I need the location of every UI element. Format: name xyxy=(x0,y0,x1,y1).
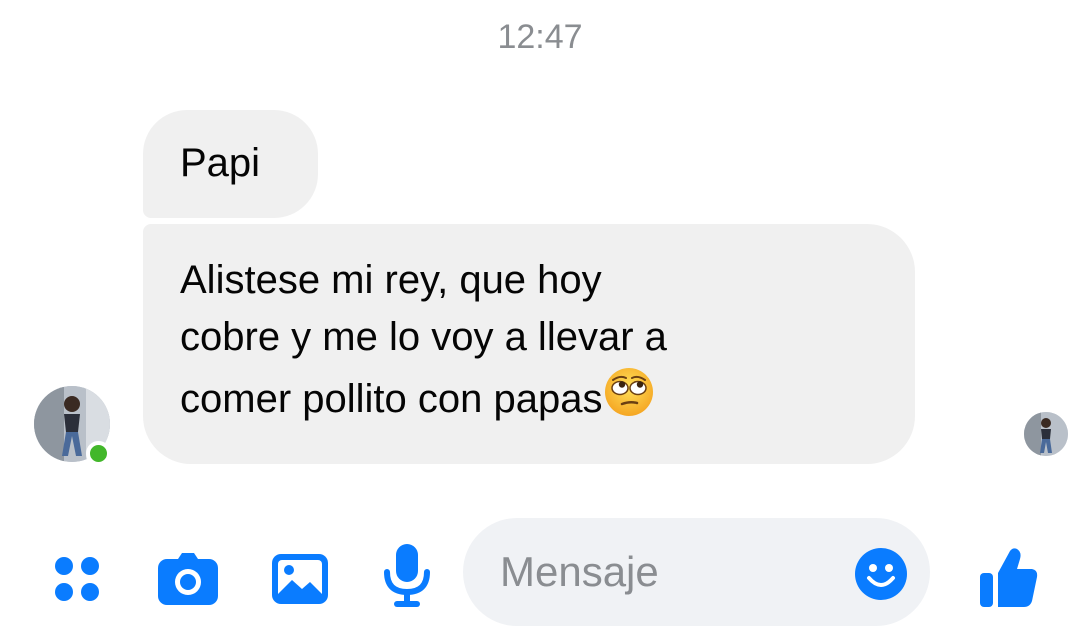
rolling-eyes-emoji-icon xyxy=(603,366,655,434)
message-input[interactable]: Mensaje xyxy=(463,518,930,626)
chat-screen: 12:47 Papi Alistese mi rey, que hoy cobr… xyxy=(0,0,1080,629)
message-text-line-content: comer pollito con papas xyxy=(180,377,603,421)
read-receipt-avatar xyxy=(1024,412,1068,456)
microphone-icon[interactable] xyxy=(384,544,430,613)
online-status-dot xyxy=(86,441,111,466)
message-text-line: Alistese mi rey, que hoy xyxy=(180,258,602,302)
message-text-line: comer pollito con papas xyxy=(180,366,895,434)
message-text-line: cobre y me lo voy a llevar a xyxy=(180,315,667,359)
emoji-icon[interactable] xyxy=(855,548,907,605)
message-text: Papi xyxy=(180,141,261,185)
gallery-icon[interactable] xyxy=(272,554,328,609)
thumbs-up-icon[interactable] xyxy=(980,547,1038,612)
more-actions-icon[interactable] xyxy=(52,554,102,609)
message-input-placeholder: Mensaje xyxy=(500,548,659,595)
camera-icon[interactable] xyxy=(158,553,218,610)
message-timestamp: 12:47 xyxy=(497,18,583,56)
message-bubble[interactable]: Alistese mi rey, que hoy cobre y me lo v… xyxy=(143,224,915,464)
message-bubble[interactable]: Papi xyxy=(143,110,318,218)
